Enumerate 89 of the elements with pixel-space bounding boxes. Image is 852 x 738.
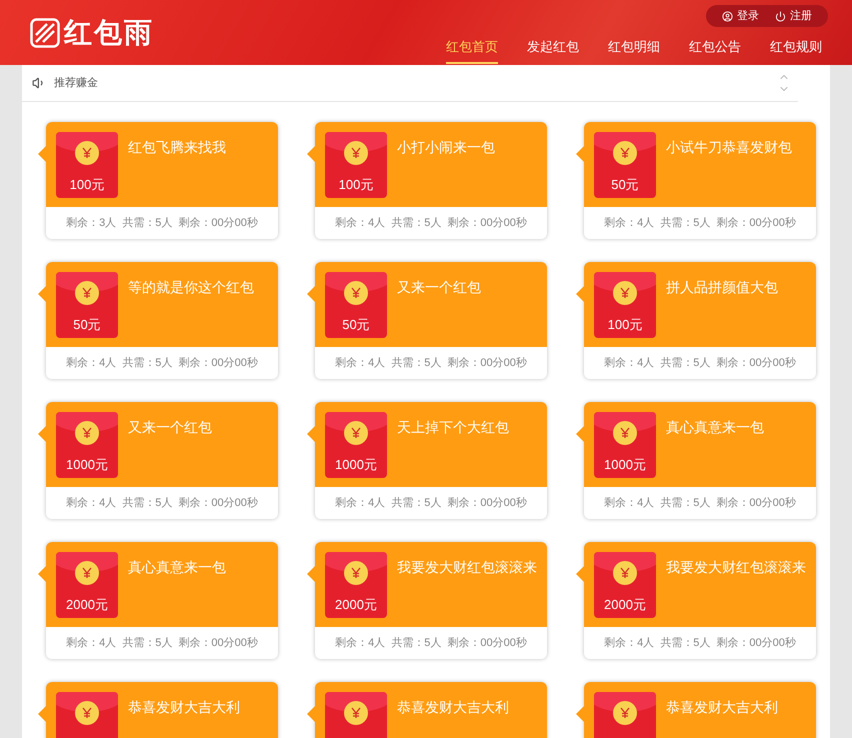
amount-text: 50元 — [611, 176, 639, 194]
amount-text: 100元 — [70, 176, 104, 194]
card-title: 红包飞腾来找我 — [128, 138, 226, 157]
stat-text: 共需：5人 — [391, 636, 442, 651]
yen-icon — [81, 287, 93, 299]
stat-text: 剩余：3人 — [66, 216, 116, 231]
yen-icon — [81, 147, 93, 159]
stat-text: 剩余：4人 — [604, 636, 654, 651]
card-title: 拼人品拼颜值大包 — [666, 278, 778, 297]
stat-text: 剩余：00分00秒 — [178, 216, 258, 231]
yen-icon — [350, 287, 362, 299]
nav-tab[interactable]: 红包明细 — [608, 37, 660, 64]
yen-icon — [81, 707, 93, 719]
user-icon — [722, 10, 733, 22]
card-title: 又来一个红包 — [128, 418, 212, 437]
amount-text: 2000元 — [604, 596, 646, 614]
stat-text: 剩余：4人 — [335, 636, 386, 651]
amount-text: 2000元 — [335, 596, 377, 614]
stat-text: 剩余：4人 — [335, 496, 386, 511]
stat-text: 共需：5人 — [660, 636, 710, 651]
stat-text: 剩余：00分00秒 — [447, 496, 527, 511]
stat-text: 共需：5人 — [122, 496, 172, 511]
stat-text: 共需：5人 — [660, 496, 710, 511]
yen-icon — [619, 567, 631, 579]
stat-text: 剩余：4人 — [604, 496, 654, 511]
yen-icon — [350, 707, 362, 719]
nav-tab[interactable]: 发起红包 — [527, 37, 579, 64]
yen-icon — [81, 567, 93, 579]
logo-text: 红包雨 — [64, 19, 154, 47]
amount-text: 2000元 — [66, 596, 108, 614]
stat-text: 剩余：4人 — [604, 356, 654, 371]
stat-text: 剩余：00分00秒 — [716, 356, 796, 371]
stat-text: 共需：5人 — [122, 216, 172, 231]
card-title: 我要发大财红包滚滚来 — [397, 558, 537, 577]
nav-tab[interactable]: 红包公告 — [689, 37, 741, 64]
stat-text: 共需：5人 — [391, 356, 442, 371]
card-title: 恭喜发财大吉大利 — [666, 698, 778, 717]
stat-text: 剩余：00分00秒 — [178, 356, 258, 371]
stat-text: 剩余：00分00秒 — [178, 496, 258, 511]
card-title: 真心真意来一包 — [128, 558, 226, 577]
yen-icon — [350, 427, 362, 439]
yen-icon — [619, 147, 631, 159]
stat-text: 共需：5人 — [122, 636, 172, 651]
amount-text: 50元 — [73, 316, 101, 334]
stat-text: 剩余：4人 — [66, 636, 116, 651]
login-link[interactable]: 登录 — [722, 8, 759, 24]
stat-text: 剩余：4人 — [335, 216, 386, 231]
stat-text: 共需：5人 — [391, 496, 442, 511]
stat-text: 剩余：4人 — [66, 356, 116, 371]
yen-icon — [619, 287, 631, 299]
stat-text: 剩余：00分00秒 — [447, 356, 527, 371]
amount-text: 1000元 — [604, 456, 646, 474]
stat-text: 剩余：4人 — [66, 496, 116, 511]
stat-text: 剩余：00分00秒 — [447, 216, 527, 231]
card-title: 恭喜发财大吉大利 — [128, 698, 240, 717]
yen-icon — [619, 707, 631, 719]
amount-text: 100元 — [608, 316, 642, 334]
card-title: 天上掉下个大红包 — [397, 418, 509, 437]
amount-text: 1000元 — [335, 456, 377, 474]
stat-text: 共需：5人 — [122, 356, 172, 371]
amount-text: 100元 — [338, 176, 374, 194]
power-icon — [775, 10, 786, 22]
card-title: 小打小闹来一包 — [397, 138, 495, 157]
stat-text: 共需：5人 — [660, 216, 710, 231]
notice-text: 推荐赚金 — [54, 76, 98, 91]
yen-icon — [81, 427, 93, 439]
amount-text: 50元 — [342, 316, 370, 334]
stat-text: 剩余：00分00秒 — [716, 636, 796, 651]
card-title: 真心真意来一包 — [666, 418, 764, 437]
card-title: 又来一个红包 — [397, 278, 481, 297]
stat-text: 共需：5人 — [391, 216, 442, 231]
stat-text: 共需：5人 — [660, 356, 710, 371]
stat-text: 剩余：4人 — [604, 216, 654, 231]
logo-icon — [30, 18, 60, 48]
stat-text: 剩余：4人 — [335, 356, 386, 371]
card-title: 等的就是你这个红包 — [128, 278, 254, 297]
nav-tab[interactable]: 红包规则 — [770, 37, 822, 64]
register-link[interactable]: 注册 — [775, 8, 812, 24]
stat-text: 剩余：00分00秒 — [716, 216, 796, 231]
stat-text: 剩余：00分00秒 — [447, 636, 527, 651]
card-title: 恭喜发财大吉大利 — [397, 698, 509, 717]
yen-icon — [350, 147, 362, 159]
stat-text: 剩余：00分00秒 — [716, 496, 796, 511]
card-title: 小试牛刀恭喜发财包 — [666, 138, 792, 157]
card-title: 我要发大财红包滚滚来 — [666, 558, 806, 577]
amount-text: 1000元 — [66, 456, 108, 474]
yen-icon — [619, 427, 631, 439]
yen-icon — [350, 567, 362, 579]
stat-text: 剩余：00分00秒 — [178, 636, 258, 651]
